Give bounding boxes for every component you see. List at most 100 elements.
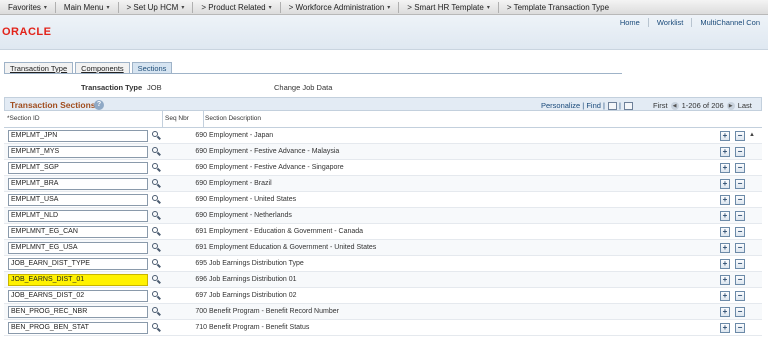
seq-nbr: 690 — [195, 148, 207, 155]
column-divider — [203, 111, 204, 128]
section-id-input[interactable]: JOB_EARN_DIST_TYPE — [8, 258, 148, 270]
add-row-button[interactable]: + — [720, 163, 730, 173]
home-link[interactable]: Home — [612, 18, 648, 27]
add-row-button[interactable]: + — [720, 131, 730, 141]
first-link[interactable]: First — [653, 101, 668, 110]
previous-arrow-icon[interactable]: ◀ — [670, 101, 679, 110]
add-row-button[interactable]: + — [720, 275, 730, 285]
add-row-button[interactable]: + — [720, 243, 730, 253]
search-icon[interactable] — [151, 259, 161, 269]
table-row: JOB_EARNS_DIST_01 696 Job Earnings Distrib… — [4, 272, 762, 288]
add-row-button[interactable]: + — [720, 291, 730, 301]
add-row-button[interactable]: + — [720, 179, 730, 189]
add-row-button[interactable]: + — [720, 323, 730, 333]
menu-item[interactable]: > Template Transaction Type — [499, 0, 617, 15]
download-icon[interactable] — [624, 101, 634, 110]
tool-separator: | — [616, 101, 622, 110]
section-description: Employment - Brazil — [209, 180, 272, 187]
section-id-input[interactable]: EMPLMNT_EG_CAN — [8, 226, 148, 238]
tab-transaction-type[interactable]: Transaction Type — [4, 62, 74, 73]
table-row: EMPLMNT_EG_CAN 691 Employment - Education … — [4, 224, 762, 240]
section-id-input[interactable]: JOB_EARNS_DIST_02 — [8, 290, 148, 302]
search-icon[interactable] — [151, 323, 161, 333]
section-description: Job Earnings Distribution 02 — [209, 292, 297, 299]
section-id-input[interactable]: EMPLMT_SGP — [8, 162, 148, 174]
section-id-input[interactable]: EMPLMT_BRA — [8, 178, 148, 190]
search-icon[interactable] — [151, 195, 161, 205]
scroll-up-icon[interactable]: ▲ — [749, 132, 755, 138]
delete-row-button[interactable]: − — [735, 307, 745, 317]
section-description: Employment - Education & Government - Ca… — [209, 228, 364, 235]
grid-title: Transaction Sections — [10, 100, 96, 110]
delete-row-button[interactable]: − — [735, 275, 745, 285]
delete-row-button[interactable]: − — [735, 147, 745, 157]
multichannel-link[interactable]: MultiChannel Con — [691, 18, 768, 27]
tool-separator: | — [600, 101, 605, 110]
menu-item-label: > Workforce Administration — [288, 2, 385, 12]
last-link[interactable]: Last — [738, 101, 752, 110]
section-id-input[interactable]: EMPLMT_NLD — [8, 210, 148, 222]
col-header-section-id[interactable]: *Section ID — [7, 115, 40, 122]
tab-sections[interactable]: Sections — [131, 62, 173, 73]
delete-row-button[interactable]: − — [735, 323, 745, 333]
table-row: EMPLMT_MYS 690 Employment - Festive Advanc… — [4, 144, 762, 160]
add-row-button[interactable]: + — [720, 211, 730, 221]
search-icon[interactable] — [151, 179, 161, 189]
col-header-section-description[interactable]: Section Description — [205, 115, 261, 122]
menu-item-label: > Set Up HCM — [126, 2, 179, 12]
add-row-button[interactable]: + — [720, 147, 730, 157]
search-icon[interactable] — [151, 227, 161, 237]
add-row-button[interactable]: + — [720, 307, 730, 317]
delete-row-button[interactable]: − — [735, 291, 745, 301]
section-id-input[interactable]: BEN_PROG_BEN_STAT — [8, 322, 148, 334]
personalize-link[interactable]: Personalize — [541, 101, 580, 110]
search-icon[interactable] — [151, 147, 161, 157]
find-link[interactable]: Find — [586, 101, 601, 110]
table-row: JOB_EARNS_DIST_02 697 Job Earnings Distrib… — [4, 288, 762, 304]
worklist-link[interactable]: Worklist — [647, 18, 692, 27]
menu-item[interactable]: > Smart HR Template ▾ — [399, 0, 498, 15]
section-id-input[interactable]: EMPLMNT_EG_USA — [8, 242, 148, 254]
search-icon[interactable] — [151, 163, 161, 173]
section-id-input[interactable]: EMPLMT_MYS — [8, 146, 148, 158]
delete-row-button[interactable]: − — [735, 259, 745, 269]
delete-row-button[interactable]: − — [735, 195, 745, 205]
tab-components[interactable]: Components — [75, 62, 130, 73]
section-description: Benefit Program - Benefit Status — [209, 324, 310, 331]
add-row-button[interactable]: + — [720, 195, 730, 205]
search-icon[interactable] — [151, 275, 161, 285]
search-icon[interactable] — [151, 211, 161, 221]
section-description: Job Earnings Distribution 01 — [209, 276, 297, 283]
menu-item[interactable]: > Workforce Administration ▾ — [281, 0, 399, 15]
delete-row-button[interactable]: − — [735, 227, 745, 237]
col-header-seq-nbr[interactable]: Seq Nbr — [165, 115, 189, 122]
section-id-input[interactable]: JOB_EARNS_DIST_01 — [8, 274, 148, 286]
delete-row-button[interactable]: − — [735, 179, 745, 189]
add-row-button[interactable]: + — [720, 227, 730, 237]
menu-item-label: Main Menu — [63, 2, 104, 12]
delete-row-button[interactable]: − — [735, 131, 745, 141]
menu-item[interactable]: > Product Related ▾ — [193, 0, 279, 15]
menu-item[interactable]: > Set Up HCM ▾ — [119, 0, 193, 15]
section-id-input[interactable]: EMPLMT_JPN — [8, 130, 148, 142]
delete-row-button[interactable]: − — [735, 163, 745, 173]
section-id-input[interactable]: BEN_PROG_REC_NBR — [8, 306, 148, 318]
search-icon[interactable] — [151, 131, 161, 141]
search-icon[interactable] — [151, 291, 161, 301]
section-id-input[interactable]: EMPLMT_USA — [8, 194, 148, 206]
next-arrow-icon[interactable]: ▶ — [726, 101, 735, 110]
view-all-icon[interactable] — [607, 101, 617, 110]
add-row-button[interactable]: + — [720, 259, 730, 269]
search-icon[interactable] — [151, 307, 161, 317]
seq-nbr: 700 — [195, 308, 207, 315]
delete-row-button[interactable]: − — [735, 243, 745, 253]
seq-nbr: 691 — [195, 228, 207, 235]
menu-item[interactable]: Main Menu ▾ — [56, 0, 118, 15]
delete-row-button[interactable]: − — [735, 211, 745, 221]
search-icon[interactable] — [151, 243, 161, 253]
table-row: EMPLMT_SGP 690 Employment - Festive Advanc… — [4, 160, 762, 176]
table-row: EMPLMT_USA 690 Employment - United States +… — [4, 192, 762, 208]
seq-nbr: 690 — [195, 164, 207, 171]
menu-item[interactable]: Favorites ▾ — [0, 0, 55, 15]
help-icon[interactable]: ? — [94, 100, 104, 110]
